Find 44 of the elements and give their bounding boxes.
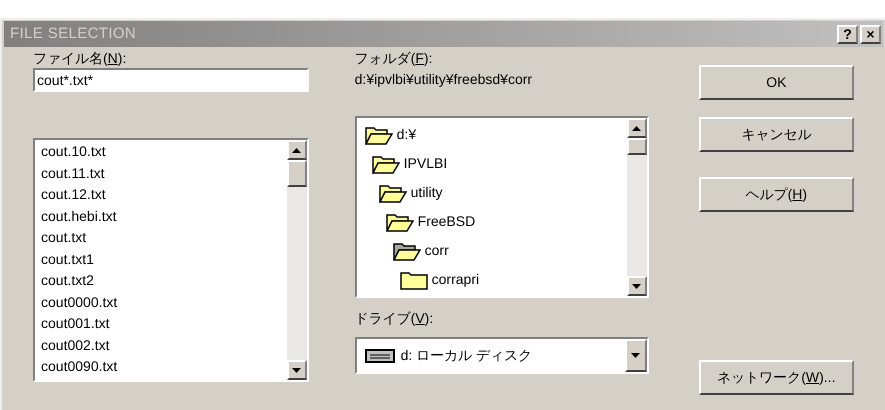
folder-item[interactable]: corrapri	[432, 269, 480, 290]
file-item[interactable]: cout.10.txt	[41, 141, 106, 162]
scroll-down-button[interactable]	[626, 276, 647, 296]
drive-icon	[364, 348, 395, 362]
dropdown-arrow-button[interactable]	[624, 339, 647, 372]
file-item[interactable]: cout.hebi.txt	[41, 206, 116, 227]
folder-item[interactable]: corr	[424, 240, 449, 261]
file-name-field[interactable]: cout*.txt*	[33, 68, 309, 92]
help-button[interactable]: ?	[837, 24, 858, 44]
help-button[interactable]: ヘルプ(H)	[698, 177, 854, 212]
drive-dropdown[interactable]: d: ローカル ディスク	[354, 337, 649, 374]
caret-down-icon	[632, 284, 642, 288]
close-button[interactable]: ×	[860, 24, 881, 44]
file-item[interactable]: cout.11.txt	[41, 162, 105, 184]
window-title: FILE SELECTION	[10, 24, 136, 44]
caret-down-icon	[292, 368, 302, 372]
drive-label: ドライブ(V):	[354, 309, 434, 328]
file-item[interactable]: cout.txt	[41, 227, 86, 248]
folder-item[interactable]: FreeBSD	[418, 211, 476, 232]
file-item[interactable]: cout001.txt	[41, 313, 110, 334]
network-button[interactable]: ネットワーク(W)...	[698, 360, 854, 395]
file-item[interactable]: cout0090.txt	[41, 356, 118, 378]
folder-item[interactable]: d:¥	[396, 124, 416, 145]
file-name-label: ファイル名(N):	[33, 49, 128, 67]
folder-label: フォルダ(F):	[354, 49, 434, 67]
caret-down-icon	[631, 353, 640, 358]
cancel-button[interactable]: キャンセル	[698, 117, 854, 152]
file-item[interactable]: cout.txt1	[41, 248, 94, 270]
drive-value: d: ローカル ディスク	[400, 346, 534, 365]
folder-path: d:¥ipvlbi¥utility¥freebsd¥corr	[354, 70, 534, 89]
file-item[interactable]: cout.txt2	[41, 270, 94, 292]
scroll-up-button[interactable]	[286, 140, 307, 160]
scroll-up-button[interactable]	[626, 118, 647, 138]
scroll-thumb[interactable]	[286, 160, 307, 187]
folder-item[interactable]: IPVLBI	[404, 153, 448, 174]
file-item[interactable]: cout0000.txt	[41, 292, 118, 313]
caret-up-icon	[632, 126, 642, 130]
folder-item[interactable]: utility	[410, 182, 443, 203]
file-item[interactable]: cout.12.txt	[41, 184, 106, 206]
ok-button[interactable]: OK	[698, 65, 854, 100]
file-item[interactable]: cout002.txt	[41, 334, 110, 356]
scroll-thumb[interactable]	[626, 138, 647, 155]
scroll-down-button[interactable]	[286, 360, 307, 380]
caret-up-icon	[292, 148, 302, 152]
